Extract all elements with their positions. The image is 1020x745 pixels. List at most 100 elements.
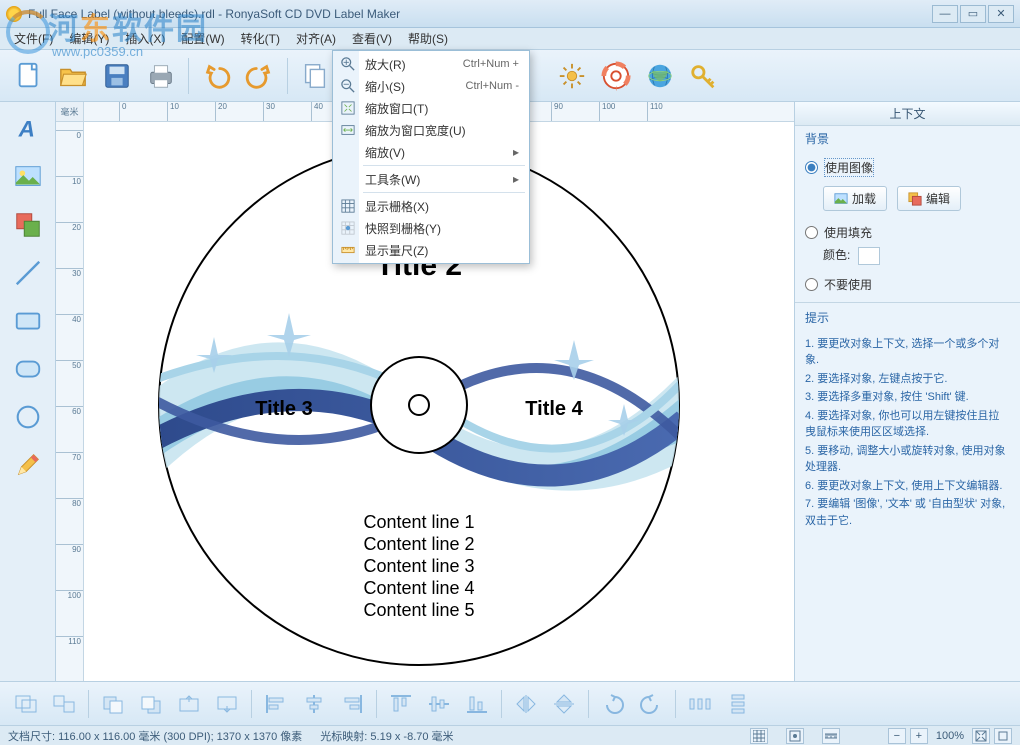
open-button[interactable] — [52, 55, 94, 97]
save-button[interactable] — [96, 55, 138, 97]
blank-icon — [339, 170, 357, 188]
menu-item-label: 工具条(W) — [365, 171, 420, 188]
rounded-rect-tool[interactable] — [7, 348, 49, 390]
ruler-toggle[interactable] — [822, 728, 840, 744]
disc-content-4[interactable]: Content line 4 — [363, 578, 474, 598]
menu-shortcut: Ctrl+Num - — [466, 80, 519, 92]
menu-help[interactable]: 帮助(S) — [400, 28, 456, 49]
menu-shortcut: Ctrl+Num + — [463, 58, 519, 70]
pencil-tool[interactable] — [7, 444, 49, 486]
zoom-value: 100% — [936, 730, 964, 742]
menu-align[interactable]: 对齐(A) — [288, 28, 344, 49]
disc-content-3[interactable]: Content line 3 — [363, 556, 474, 576]
bring-forward-button[interactable] — [171, 688, 207, 720]
rotate-right-button[interactable] — [633, 688, 669, 720]
edit-button[interactable]: 编辑 — [897, 186, 961, 211]
menu-item[interactable]: 缩放(V)▸ — [335, 141, 527, 163]
zoom-actual-button[interactable] — [994, 728, 1012, 744]
menu-item[interactable]: 显示栅格(X) — [335, 195, 527, 217]
context-header: 上下文 — [795, 102, 1020, 126]
blank-icon — [339, 143, 357, 161]
svg-text:A: A — [17, 117, 34, 142]
rect-tool[interactable] — [7, 300, 49, 342]
menu-transform[interactable]: 转化(T) — [233, 28, 288, 49]
image-tool[interactable] — [7, 156, 49, 198]
grid-toggle[interactable] — [750, 728, 768, 744]
ruler-vertical: 0102030405060708090100110120 — [56, 122, 84, 681]
menu-item-label: 放大(R) — [365, 56, 406, 73]
menu-item[interactable]: 缩小(S)Ctrl+Num - — [335, 75, 527, 97]
fit-window-icon — [339, 99, 357, 117]
load-button[interactable]: 加载 — [823, 186, 887, 211]
snap-toggle[interactable] — [786, 728, 804, 744]
web-button[interactable] — [639, 55, 681, 97]
flip-h-button[interactable] — [508, 688, 544, 720]
line-tool[interactable] — [7, 252, 49, 294]
text-tool[interactable]: A — [7, 108, 49, 150]
send-back-button[interactable] — [133, 688, 169, 720]
minimize-button[interactable]: — — [932, 5, 958, 23]
disc-content-2[interactable]: Content line 2 — [363, 534, 474, 554]
menu-item[interactable]: 工具条(W)▸ — [335, 168, 527, 190]
rotate-left-button[interactable] — [595, 688, 631, 720]
color-swatch[interactable] — [858, 247, 880, 265]
window-title: Full Face Label (without bleeds).rdl - R… — [28, 7, 930, 21]
menu-item-label: 缩放为窗口宽度(U) — [365, 122, 466, 139]
align-center-h-button[interactable] — [296, 688, 332, 720]
distribute-v-button[interactable] — [720, 688, 756, 720]
menu-file[interactable]: 文件(F) — [6, 28, 61, 49]
titlebar: Full Face Label (without bleeds).rdl - R… — [0, 0, 1020, 28]
close-button[interactable]: ✕ — [988, 5, 1014, 23]
help-button[interactable] — [595, 55, 637, 97]
menu-item[interactable]: 缩放窗口(T) — [335, 97, 527, 119]
bottom-toolbar — [0, 681, 1020, 725]
color-label: 颜色: — [823, 248, 850, 262]
bg-section-title: 背景 — [795, 126, 1020, 151]
undo-button[interactable] — [195, 55, 237, 97]
ellipse-tool[interactable] — [7, 396, 49, 438]
zoom-out-button[interactable]: − — [888, 728, 906, 744]
align-top-button[interactable] — [383, 688, 419, 720]
disc-content-5[interactable]: Content line 5 — [363, 600, 474, 620]
menu-view[interactable]: 查看(V) — [344, 28, 400, 49]
maximize-button[interactable]: ▭ — [960, 5, 986, 23]
zoom-in-button[interactable]: + — [910, 728, 928, 744]
tips-list: 1. 要更改对象上下文, 选择一个或多个对象.2. 要选择对象, 左键点按于它.… — [795, 330, 1020, 538]
disc-title3[interactable]: Title 3 — [255, 398, 312, 420]
context-panel: 上下文 背景 使用图像 加载 编辑 使用填充 颜色: 不要使用 提示 1. 要更… — [794, 102, 1020, 681]
radio-use-image[interactable]: 使用图像 — [805, 155, 1010, 180]
shapes-tool[interactable] — [7, 204, 49, 246]
disc-content-1[interactable]: Content line 1 — [363, 512, 474, 532]
menu-config[interactable]: 配置(W) — [173, 28, 232, 49]
group-button[interactable] — [8, 688, 44, 720]
align-left-button[interactable] — [258, 688, 294, 720]
zoom-fit-button[interactable] — [972, 728, 990, 744]
tips-title: 提示 — [795, 305, 1020, 330]
align-middle-button[interactable] — [421, 688, 457, 720]
copy-button[interactable] — [294, 55, 336, 97]
redo-button[interactable] — [239, 55, 281, 97]
radio-no-use[interactable]: 不要使用 — [805, 273, 1010, 296]
grid-icon — [339, 197, 357, 215]
menu-item-label: 快照到栅格(Y) — [365, 220, 441, 237]
bring-front-button[interactable] — [95, 688, 131, 720]
flip-v-button[interactable] — [546, 688, 582, 720]
radio-use-fill[interactable]: 使用填充 — [805, 221, 1010, 244]
menu-insert[interactable]: 插入(X) — [117, 28, 173, 49]
align-bottom-button[interactable] — [459, 688, 495, 720]
new-button[interactable] — [8, 55, 50, 97]
distribute-h-button[interactable] — [682, 688, 718, 720]
print-button[interactable] — [140, 55, 182, 97]
settings-button[interactable] — [551, 55, 593, 97]
menu-item[interactable]: 显示量尺(Z) — [335, 239, 527, 261]
disc-title4[interactable]: Title 4 — [525, 398, 583, 420]
menu-item-label: 缩放(V) — [365, 144, 405, 161]
menu-item[interactable]: 放大(R) Ctrl+Num + — [335, 53, 527, 75]
send-backward-button[interactable] — [209, 688, 245, 720]
ungroup-button[interactable] — [46, 688, 82, 720]
menu-item[interactable]: 缩放为窗口宽度(U) — [335, 119, 527, 141]
align-right-button[interactable] — [334, 688, 370, 720]
menu-item[interactable]: 快照到栅格(Y) — [335, 217, 527, 239]
menu-edit[interactable]: 编辑(Y) — [61, 28, 117, 49]
key-button[interactable] — [683, 55, 725, 97]
